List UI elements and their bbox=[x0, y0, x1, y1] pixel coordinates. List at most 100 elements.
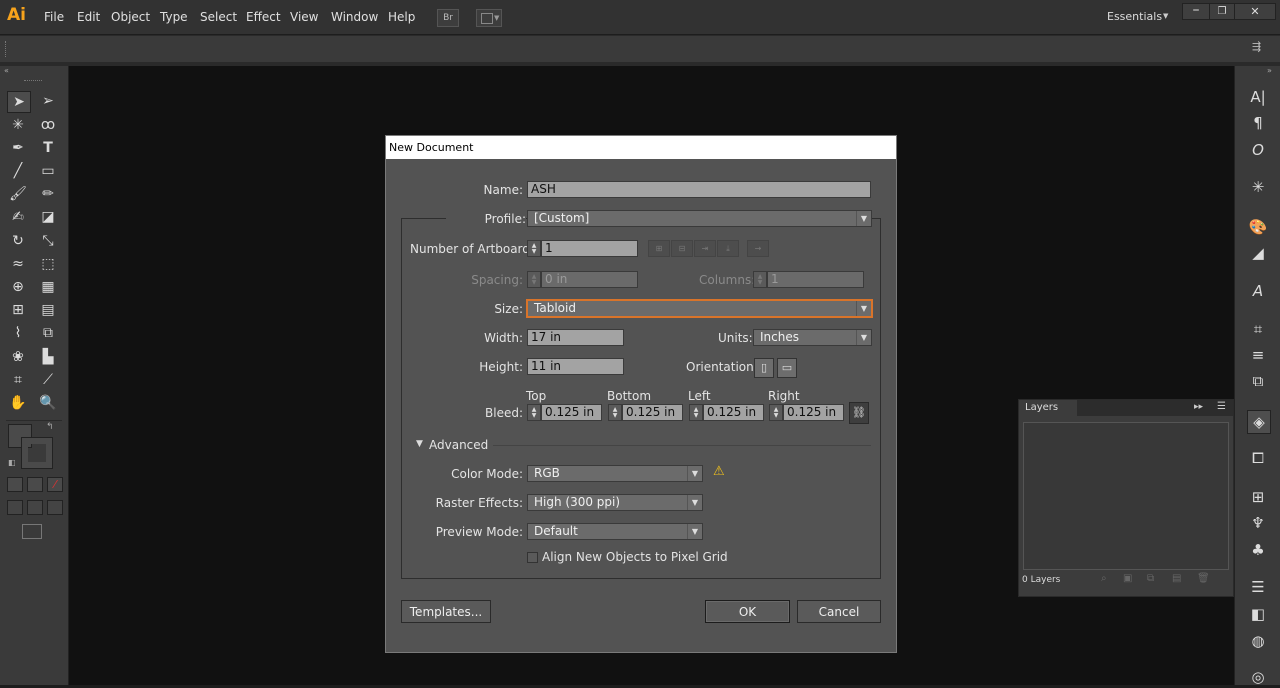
glyphs-panel-icon[interactable]: A bbox=[1247, 280, 1269, 302]
transform-panel-icon[interactable]: ⌗ bbox=[1247, 318, 1269, 340]
spacing-stepper[interactable]: ▲ ▼ bbox=[527, 271, 541, 288]
raster-effects-select[interactable]: High (300 ppi) ▼ bbox=[527, 494, 703, 511]
link-bleed-icon[interactable]: ⛓ bbox=[849, 402, 869, 424]
preview-mode-select[interactable]: Default ▼ bbox=[527, 523, 703, 540]
bleed-left-stepper[interactable]: ▲ ▼ bbox=[689, 404, 703, 421]
menu-object[interactable]: Object bbox=[111, 10, 150, 24]
eraser-tool-icon[interactable]: ◪ bbox=[37, 207, 59, 227]
width-tool-icon[interactable]: ≈ bbox=[7, 254, 29, 274]
blend-tool-icon[interactable]: ⧉ bbox=[37, 323, 59, 343]
locate-object-icon[interactable]: ⌕ bbox=[1101, 573, 1107, 584]
new-sublayer-icon[interactable]: ⧉ bbox=[1147, 573, 1154, 584]
lasso-tool-icon[interactable]: ꝏ bbox=[37, 115, 59, 135]
rectangle-tool-icon[interactable]: ▭ bbox=[37, 161, 59, 181]
bleed-bottom-stepper[interactable]: ▲ ▼ bbox=[608, 404, 622, 421]
none-mode-icon[interactable]: ⁄ bbox=[47, 477, 63, 492]
scale-tool-icon[interactable]: ⤡ bbox=[37, 231, 59, 251]
artboards-stepper[interactable]: ▲ ▼ bbox=[527, 240, 541, 257]
pencil-tool-icon[interactable]: ✏ bbox=[37, 184, 59, 204]
bleed-top-field[interactable]: 0.125 in bbox=[541, 404, 602, 421]
arrange-by-row-icon[interactable]: ⇥ bbox=[694, 240, 716, 257]
panel-menu-icon[interactable]: ⇶ bbox=[1252, 40, 1261, 53]
bleed-right-stepper[interactable]: ▲ ▼ bbox=[769, 404, 783, 421]
columns-field[interactable]: 1 bbox=[767, 271, 864, 288]
advanced-label[interactable]: Advanced bbox=[429, 438, 488, 452]
opentype-panel-icon[interactable]: O bbox=[1247, 139, 1269, 161]
new-layer-icon[interactable]: ▤ bbox=[1172, 573, 1181, 584]
gradient-tool-icon[interactable]: ▤ bbox=[37, 300, 59, 320]
landscape-orientation-icon[interactable]: ▭ bbox=[777, 358, 797, 378]
gradient-mode-icon[interactable] bbox=[27, 477, 43, 492]
bleed-bottom-field[interactable]: 0.125 in bbox=[622, 404, 683, 421]
right-to-left-layout-icon[interactable]: → bbox=[747, 240, 769, 257]
menu-help[interactable]: Help bbox=[388, 10, 415, 24]
grid-by-column-icon[interactable]: ⊟ bbox=[671, 240, 693, 257]
hand-tool-icon[interactable]: ✋ bbox=[7, 393, 29, 413]
portrait-orientation-icon[interactable]: ▯ bbox=[754, 358, 774, 378]
restore-button[interactable]: ❐ bbox=[1209, 3, 1235, 20]
workspace-chevron-icon[interactable]: ▼ bbox=[1163, 12, 1168, 20]
type-tool-icon[interactable]: T bbox=[37, 138, 59, 158]
ok-button[interactable]: OK bbox=[705, 600, 790, 623]
rotate-tool-icon[interactable]: ↻ bbox=[7, 231, 29, 251]
brushes-panel-icon[interactable]: ✳ bbox=[1247, 176, 1269, 198]
width-field[interactable]: 17 in bbox=[527, 329, 624, 346]
workspace-switcher[interactable]: Essentials bbox=[1107, 10, 1162, 23]
direct-selection-tool-icon[interactable]: ➢ bbox=[37, 91, 59, 111]
menu-type[interactable]: Type bbox=[160, 10, 188, 24]
templates-button[interactable]: Templates... bbox=[401, 600, 491, 623]
graphic-styles-panel-icon[interactable]: ♣ bbox=[1247, 539, 1269, 561]
artboards-panel-icon[interactable]: ⧠ bbox=[1247, 447, 1269, 469]
free-transform-tool-icon[interactable]: ⬚ bbox=[37, 254, 59, 274]
paragraph-panel-icon[interactable]: ¶ bbox=[1247, 112, 1269, 134]
layers-tab[interactable]: Layers bbox=[1019, 400, 1077, 416]
artboard-tool-icon[interactable]: ⌗ bbox=[7, 370, 29, 390]
swap-colors-icon[interactable]: ↰ bbox=[46, 422, 54, 432]
eyedropper-tool-icon[interactable]: ⌇ bbox=[7, 323, 29, 343]
columns-stepper[interactable]: ▲ ▼ bbox=[753, 271, 767, 288]
menu-effect[interactable]: Effect bbox=[246, 10, 281, 24]
line-tool-icon[interactable]: ╱ bbox=[7, 161, 29, 181]
name-field[interactable]: ASH bbox=[527, 181, 871, 198]
symbols-panel-icon[interactable]: ♆ bbox=[1247, 512, 1269, 534]
artboards-field[interactable]: 1 bbox=[541, 240, 638, 257]
grid-by-row-icon[interactable]: ⊞ bbox=[648, 240, 670, 257]
height-field[interactable]: 11 in bbox=[527, 358, 624, 375]
character-panel-icon[interactable]: A| bbox=[1247, 86, 1269, 108]
clipping-mask-icon[interactable]: ▣ bbox=[1123, 573, 1132, 584]
pen-tool-icon[interactable]: ✒ bbox=[7, 138, 29, 158]
color-guide-panel-icon[interactable]: ◢ bbox=[1247, 242, 1269, 264]
swatches-panel-icon[interactable]: ⊞ bbox=[1247, 486, 1269, 508]
draw-inside-icon[interactable] bbox=[47, 500, 63, 515]
stroke-panel-icon[interactable]: ☰ bbox=[1247, 576, 1269, 598]
profile-select[interactable]: [Custom] ▼ bbox=[527, 210, 872, 227]
bleed-left-field[interactable]: 0.125 in bbox=[703, 404, 764, 421]
paintbrush-tool-icon[interactable]: 🖌 bbox=[7, 184, 29, 204]
slice-tool-icon[interactable]: ⟋ bbox=[37, 370, 59, 390]
delete-layer-icon[interactable]: 🗑 bbox=[1197, 573, 1210, 584]
bridge-button[interactable]: Br bbox=[437, 9, 459, 27]
collapse-panel-icon[interactable]: « bbox=[4, 66, 9, 75]
gradient-panel-icon[interactable]: ◧ bbox=[1247, 603, 1269, 625]
menu-select[interactable]: Select bbox=[200, 10, 237, 24]
arrange-by-column-icon[interactable]: ⤓ bbox=[717, 240, 739, 257]
align-panel-icon[interactable]: ≡ bbox=[1247, 344, 1269, 366]
color-mode-select[interactable]: RGB ▼ bbox=[527, 465, 703, 482]
shape-builder-tool-icon[interactable]: ⊕ bbox=[7, 277, 29, 297]
cancel-button[interactable]: Cancel bbox=[797, 600, 881, 623]
menu-file[interactable]: File bbox=[44, 10, 64, 24]
units-select[interactable]: Inches ▼ bbox=[753, 329, 872, 346]
panel-menu-icon[interactable]: ☰ bbox=[1217, 401, 1226, 412]
menu-edit[interactable]: Edit bbox=[77, 10, 100, 24]
magic-wand-tool-icon[interactable]: ✳ bbox=[7, 115, 29, 135]
collapse-icon[interactable]: ▸▸ bbox=[1194, 402, 1203, 412]
screen-mode-icon[interactable] bbox=[22, 524, 42, 539]
mesh-tool-icon[interactable]: ⊞ bbox=[7, 300, 29, 320]
align-pixel-grid-checkbox[interactable] bbox=[527, 552, 538, 563]
selection-tool-icon[interactable]: ➤ bbox=[7, 91, 31, 113]
pathfinder-panel-icon[interactable]: ⧉ bbox=[1247, 370, 1269, 392]
color-panel-icon[interactable]: 🎨 bbox=[1247, 216, 1269, 238]
advanced-toggle-icon[interactable]: ▼ bbox=[416, 439, 423, 449]
spacing-field[interactable]: 0 in bbox=[541, 271, 638, 288]
menu-view[interactable]: View bbox=[290, 10, 318, 24]
